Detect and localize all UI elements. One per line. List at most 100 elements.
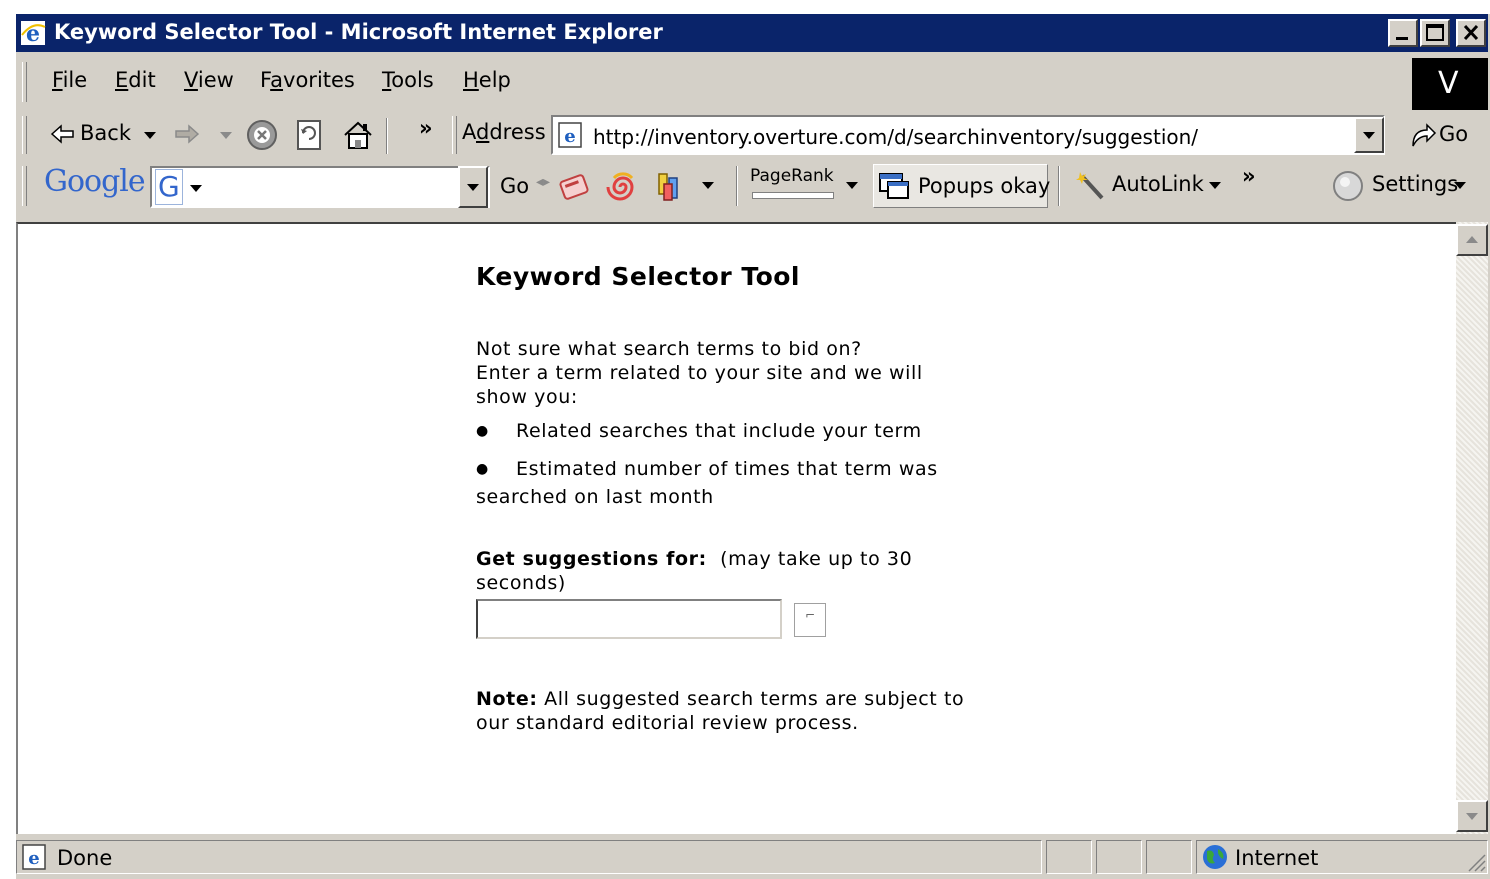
address-dropdown-button[interactable] (1354, 117, 1384, 153)
go-arrow-icon (1412, 123, 1437, 147)
google-search-box[interactable]: G (150, 166, 490, 208)
menu-tools[interactable]: Tools (382, 68, 434, 92)
spiral-icon[interactable] (606, 170, 640, 204)
resize-handle-icon[interactable]: ◂▸ (536, 174, 550, 190)
pagerank-widget[interactable]: PageRank (750, 166, 860, 206)
bullet-estimated-text: Estimated number of times that term was (516, 458, 938, 480)
popup-blocker-button[interactable]: Popups okay (873, 164, 1051, 208)
status-panel-3 (1096, 840, 1142, 874)
google-toolbar: Google G Go ◂▸ PageRank Popups okay Auto… (16, 160, 1488, 212)
minimize-icon (1396, 37, 1408, 40)
bullet-related: Related searches that include your term (476, 419, 996, 443)
chevron-down-icon (1363, 132, 1375, 139)
back-dropdown-icon[interactable] (144, 132, 156, 139)
google-grip (22, 166, 27, 206)
news-icon[interactable] (558, 170, 592, 204)
bullet-estimated-cont: searched on last month (476, 486, 714, 508)
menu-edit-key: E (115, 68, 129, 92)
title-bar: e Keyword Selector Tool - Microsoft Inte… (16, 14, 1488, 52)
close-icon (1463, 24, 1479, 41)
keyword-input[interactable] (476, 599, 782, 639)
page-title: Keyword Selector Tool (476, 262, 801, 291)
menu-edit[interactable]: Edit (115, 68, 156, 92)
status-text: Done (57, 846, 113, 870)
zone-label: Internet (1235, 846, 1319, 870)
menu-tools-post: ools (391, 68, 434, 92)
intro-line-1: Not sure what search terms to bid on? (476, 338, 862, 360)
autolink-wand-icon[interactable] (1074, 170, 1108, 204)
bullet-estimated: Estimated number of times that term was (476, 457, 996, 481)
highlight-dropdown-icon[interactable] (702, 182, 714, 189)
scroll-down-icon (1466, 813, 1478, 820)
status-panel-4 (1146, 840, 1192, 874)
note-body: All suggested search terms are subject t… (476, 688, 965, 734)
google-search-dropdown[interactable] (458, 166, 488, 208)
refresh-icon[interactable] (295, 118, 325, 152)
close-button[interactable] (1456, 19, 1486, 47)
status-zone-panel: Internet (1196, 840, 1488, 874)
menu-view[interactable]: View (184, 68, 234, 92)
menu-favorites-key: a (270, 68, 284, 92)
toolbar-grip (22, 116, 27, 154)
google-separator-1 (736, 166, 738, 206)
settings-label[interactable]: Settings (1372, 172, 1458, 196)
note-text: Note: All suggested search terms are sub… (476, 687, 986, 735)
forward-dropdown-icon[interactable] (220, 132, 232, 139)
menu-help[interactable]: Help (463, 68, 511, 92)
google-g-icon[interactable]: G (155, 169, 183, 205)
google-more-chevron[interactable]: » (1242, 164, 1256, 188)
menu-help-key: H (463, 68, 479, 92)
status-panel-2 (1046, 840, 1092, 874)
toolbar-separator (386, 118, 388, 154)
google-separator-2 (1058, 166, 1060, 206)
maximize-button[interactable] (1420, 19, 1450, 47)
forward-arrow-icon (175, 124, 200, 144)
settings-dropdown-icon[interactable] (1454, 182, 1466, 189)
highlighter-icon[interactable] (654, 170, 688, 204)
g-dropdown-icon[interactable] (190, 185, 202, 192)
menu-favorites-pre: F (260, 68, 271, 92)
status-bar: e Done Internet (16, 838, 1488, 876)
address-label: Address (462, 120, 546, 144)
search-row: ⌐ (476, 599, 996, 645)
back-arrow-icon (50, 124, 74, 144)
google-go-button[interactable]: Go (500, 174, 529, 198)
back-button[interactable]: Back (46, 118, 161, 152)
menu-file-post: ile (62, 68, 88, 92)
scroll-up-button[interactable] (1456, 224, 1488, 256)
broken-image-icon: ⌐ (805, 608, 816, 622)
stop-icon[interactable] (245, 118, 279, 152)
autolink-label[interactable]: AutoLink (1112, 172, 1204, 196)
google-logo[interactable]: Google (44, 164, 146, 199)
pagerank-label: PageRank (750, 166, 834, 186)
scroll-up-icon (1466, 236, 1478, 243)
status-main-panel: e Done (16, 840, 1042, 874)
submit-image-button[interactable]: ⌐ (794, 603, 826, 637)
pagerank-dropdown-icon[interactable] (846, 182, 858, 189)
popups-label: Popups okay (918, 174, 1051, 198)
menu-view-key: V (184, 68, 198, 92)
maximize-icon (1426, 24, 1444, 41)
svg-text:e: e (28, 848, 39, 869)
menu-file-key: F (52, 68, 63, 92)
address-url[interactable]: http://inventory.overture.com/d/searchin… (593, 125, 1198, 149)
minimize-button[interactable] (1388, 19, 1418, 47)
window-title: Keyword Selector Tool - Microsoft Intern… (54, 20, 663, 44)
address-label-pre: A (462, 120, 476, 144)
go-button[interactable]: Go (1405, 118, 1475, 152)
vertical-scrollbar[interactable] (1456, 222, 1488, 834)
resize-grip-icon[interactable] (1467, 853, 1487, 873)
address-bar[interactable]: e http://inventory.overture.com/d/search… (551, 115, 1385, 155)
address-grip (452, 116, 457, 154)
home-icon[interactable] (341, 118, 375, 152)
menu-file[interactable]: File (52, 68, 87, 92)
toolbar-more-chevron[interactable]: » (419, 116, 433, 140)
scroll-down-button[interactable] (1456, 800, 1488, 832)
address-label-post: dress (489, 120, 546, 144)
autolink-dropdown-icon[interactable] (1209, 182, 1221, 189)
page-icon: e (558, 122, 582, 148)
popup-blocker-icon (879, 173, 909, 199)
settings-icon[interactable] (1332, 170, 1364, 202)
forward-button[interactable] (172, 118, 242, 152)
menu-favorites[interactable]: Favorites (260, 68, 355, 92)
